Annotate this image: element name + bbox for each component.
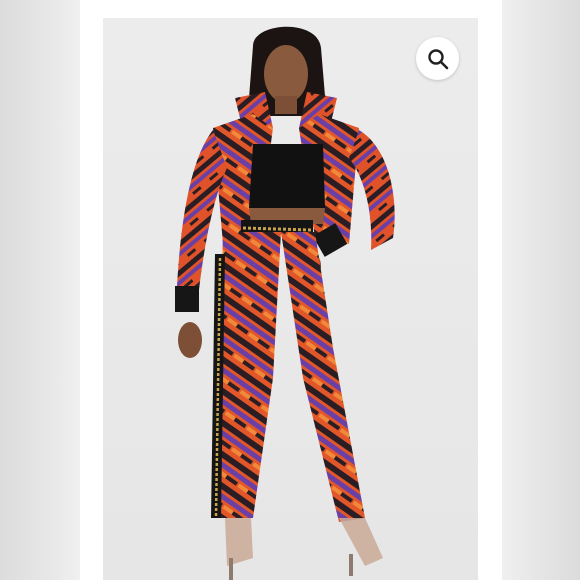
zoom-button[interactable] [416, 37, 459, 80]
model-illustration [175, 26, 395, 580]
magnifier-icon [427, 48, 449, 70]
product-photo[interactable] [103, 18, 478, 580]
right-gutter [502, 0, 580, 580]
left-gutter [0, 0, 80, 580]
